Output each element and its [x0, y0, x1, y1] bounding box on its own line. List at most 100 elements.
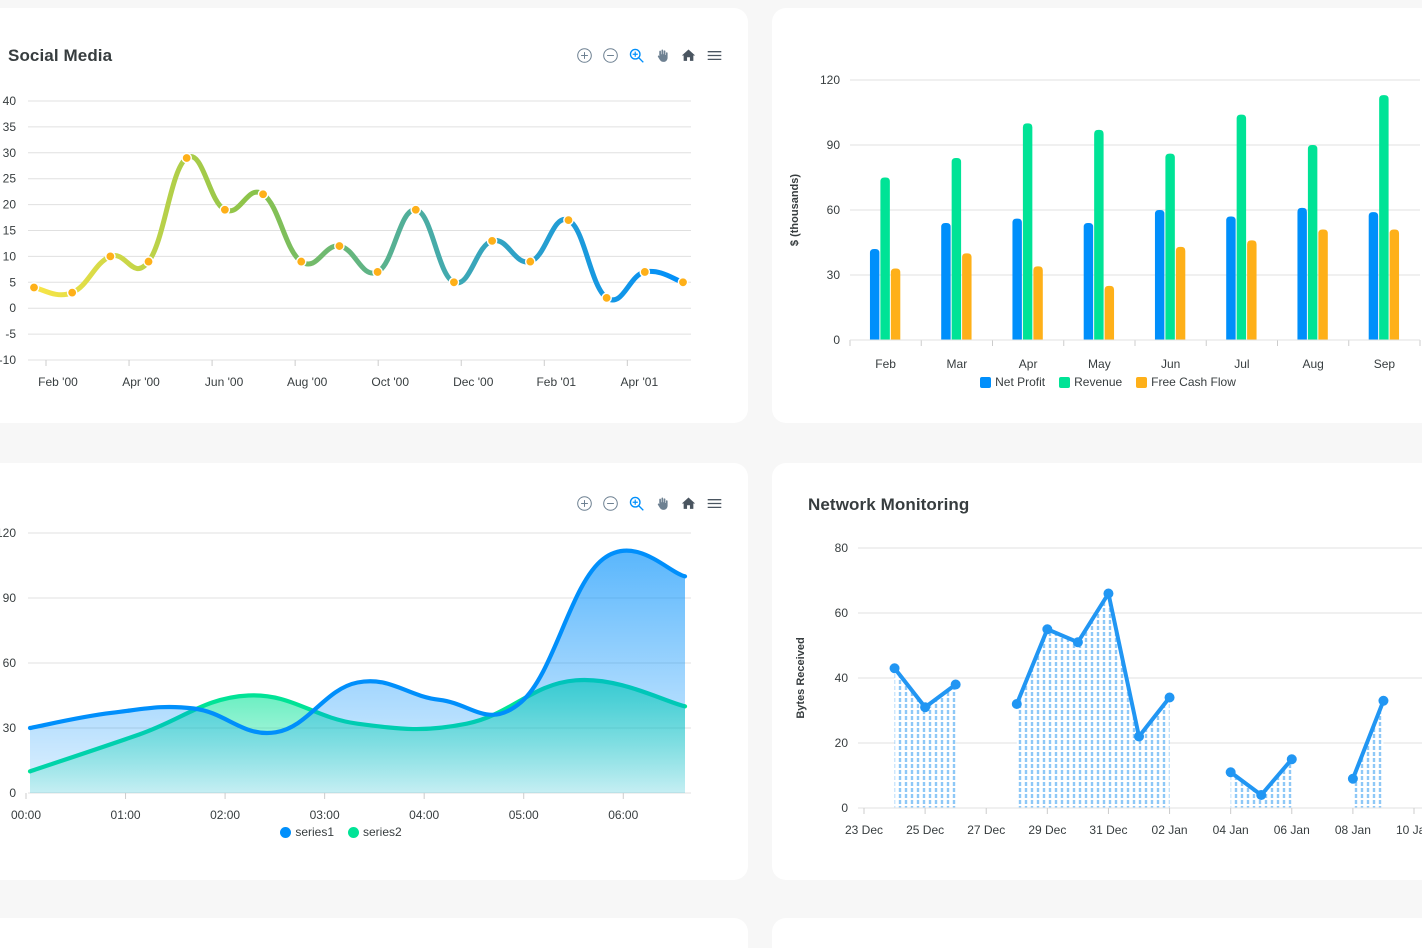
svg-text:-5: -5	[5, 327, 16, 341]
svg-text:40: 40	[3, 94, 17, 108]
svg-text:Oct '00: Oct '00	[371, 375, 409, 389]
svg-text:20: 20	[835, 736, 849, 750]
svg-text:Jun: Jun	[1161, 357, 1180, 371]
svg-text:Apr: Apr	[1019, 357, 1038, 371]
svg-text:30: 30	[3, 146, 17, 160]
dashboard-root: Social Media 40 35 30 25 20 15 10 5 0 -5 -10 Feb '0…	[0, 0, 1422, 948]
svg-text:06 Jan: 06 Jan	[1274, 823, 1310, 837]
svg-text:30: 30	[827, 268, 841, 282]
svg-text:27 Dec: 27 Dec	[967, 823, 1005, 837]
svg-text:02 Jan: 02 Jan	[1152, 823, 1188, 837]
chart-network-monitoring[interactable]: 80 60 40 20 0 23 Dec 25 Dec 27 Dec 29 Dec 31 Dec 0…	[772, 518, 1422, 863]
svg-text:-10: -10	[0, 353, 16, 367]
zoom-out-icon[interactable]	[601, 46, 619, 64]
svg-text:90: 90	[827, 138, 841, 152]
home-icon[interactable]	[679, 46, 697, 64]
legend-label-free-cash-flow: Free Cash Flow	[1151, 375, 1236, 389]
svg-text:80: 80	[835, 541, 849, 555]
svg-text:04:00: 04:00	[409, 808, 439, 822]
selection-zoom-icon[interactable]	[627, 494, 645, 512]
panel-next-row-right	[772, 918, 1422, 948]
svg-text:10 Jan: 10 Jan	[1396, 823, 1422, 837]
zoom-in-icon[interactable]	[575, 494, 593, 512]
svg-text:31 Dec: 31 Dec	[1089, 823, 1127, 837]
legend-item-free-cash-flow[interactable]: Free Cash Flow	[1136, 375, 1236, 389]
svg-text:Feb '00: Feb '00	[38, 375, 78, 389]
pan-icon[interactable]	[653, 494, 671, 512]
chart-toolbar-area[interactable]	[575, 494, 723, 512]
svg-text:15: 15	[3, 224, 17, 238]
svg-text:0: 0	[9, 786, 16, 800]
legend-label-series1: series1	[295, 825, 334, 839]
svg-text:Feb '01: Feb '01	[536, 375, 576, 389]
svg-text:90: 90	[3, 591, 17, 605]
chart-toolbar-social[interactable]	[575, 46, 723, 64]
svg-text:Feb: Feb	[875, 357, 896, 371]
panel-financial-bars: 120 90 60 30 0 Feb Mar Apr May Jun Jul Aug Sep $ (tho…	[772, 8, 1422, 423]
legend-item-series2[interactable]: series2	[348, 825, 402, 839]
svg-text:20: 20	[3, 198, 17, 212]
home-icon[interactable]	[679, 494, 697, 512]
svg-text:Aug: Aug	[1302, 357, 1323, 371]
panel-social-media: Social Media 40 35 30 25 20 15 10 5 0 -5 -10 Feb '0…	[0, 8, 748, 423]
chart-area-timeseries[interactable]: 120 90 60 30 0 00:00 01:00 02:00 03:00 04:00 05:00…	[0, 515, 748, 855]
svg-text:0: 0	[841, 801, 848, 815]
svg-text:23 Dec: 23 Dec	[845, 823, 883, 837]
svg-text:$ (thousands): $ (thousands)	[789, 174, 801, 246]
pan-icon[interactable]	[653, 46, 671, 64]
svg-text:120: 120	[0, 526, 16, 540]
legend-swatch-free-cash-flow	[1136, 376, 1148, 388]
legend-swatch-revenue	[1059, 376, 1071, 388]
svg-text:0: 0	[833, 333, 840, 347]
legend-label-net-profit: Net Profit	[995, 375, 1046, 389]
svg-text:60: 60	[835, 606, 849, 620]
svg-text:Apr '00: Apr '00	[122, 375, 160, 389]
svg-text:Dec '00: Dec '00	[453, 375, 494, 389]
svg-text:35: 35	[3, 120, 17, 134]
legend-financial[interactable]: Net Profit Revenue Free Cash Flow	[772, 375, 1422, 389]
svg-text:0: 0	[9, 301, 16, 315]
svg-text:Aug '00: Aug '00	[287, 375, 328, 389]
chart-social-media[interactable]: 40 35 30 25 20 15 10 5 0 -5 -10 Feb '00 Apr '00 Jun '…	[0, 83, 748, 403]
svg-text:25 Dec: 25 Dec	[906, 823, 944, 837]
svg-text:Jun '00: Jun '00	[205, 375, 244, 389]
legend-area[interactable]: series1 series2	[0, 825, 726, 839]
svg-text:06:00: 06:00	[608, 808, 638, 822]
panel-area-timeseries: 120 90 60 30 0 00:00 01:00 02:00 03:00 04:00 05:00…	[0, 463, 748, 880]
menu-icon[interactable]	[705, 494, 723, 512]
menu-icon[interactable]	[705, 46, 723, 64]
svg-text:120: 120	[820, 73, 840, 87]
legend-item-net-profit[interactable]: Net Profit	[980, 375, 1045, 389]
svg-text:Jul: Jul	[1234, 357, 1249, 371]
chart-financial-bars[interactable]: 120 90 60 30 0 Feb Mar Apr May Jun Jul Aug Sep $ (tho…	[772, 48, 1422, 378]
panel-next-row-left	[0, 918, 748, 948]
svg-text:05:00: 05:00	[509, 808, 539, 822]
svg-text:60: 60	[827, 203, 841, 217]
zoom-in-icon[interactable]	[575, 46, 593, 64]
svg-text:Mar: Mar	[947, 357, 968, 371]
page-title-network-monitoring: Network Monitoring	[808, 495, 970, 514]
svg-text:08 Jan: 08 Jan	[1335, 823, 1371, 837]
selection-zoom-icon[interactable]	[627, 46, 645, 64]
zoom-out-icon[interactable]	[601, 494, 619, 512]
svg-text:10: 10	[3, 249, 17, 263]
legend-swatch-series2	[348, 826, 359, 838]
svg-text:Bytes Received: Bytes Received	[795, 637, 807, 718]
legend-label-series2: series2	[363, 825, 402, 839]
svg-text:29 Dec: 29 Dec	[1028, 823, 1066, 837]
svg-text:May: May	[1088, 357, 1111, 371]
page-title-social-media: Social Media	[8, 46, 113, 65]
legend-item-revenue[interactable]: Revenue	[1059, 375, 1122, 389]
legend-swatch-series1	[280, 826, 292, 838]
legend-label-revenue: Revenue	[1074, 375, 1123, 389]
legend-item-series1[interactable]: series1	[280, 825, 334, 839]
svg-text:40: 40	[835, 671, 849, 685]
svg-text:60: 60	[3, 656, 17, 670]
legend-swatch-net-profit	[980, 376, 992, 388]
panel-network-monitoring: 80 60 40 20 0 23 Dec 25 Dec 27 Dec 29 Dec 31 Dec 0…	[772, 463, 1422, 880]
svg-text:02:00: 02:00	[210, 808, 240, 822]
svg-text:00:00: 00:00	[11, 808, 41, 822]
svg-text:Sep: Sep	[1374, 357, 1396, 371]
svg-text:Apr '01: Apr '01	[620, 375, 658, 389]
svg-text:03:00: 03:00	[310, 808, 340, 822]
